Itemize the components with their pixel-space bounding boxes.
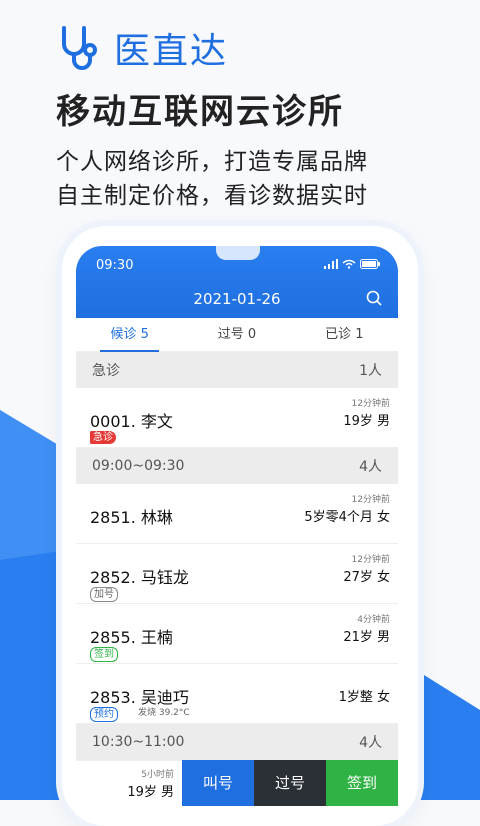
row-age: 27岁 女 xyxy=(343,570,390,585)
app-header: 09:30 2021-01-26 xyxy=(76,246,398,318)
row-time: 12分钟前 xyxy=(351,495,390,505)
status-badge: 签到 xyxy=(90,647,118,662)
patient-row[interactable]: 2855. 王楠 4分钟前 21岁 男 签到 xyxy=(76,604,398,664)
row-time: 4分钟前 xyxy=(357,615,390,625)
checkin-button[interactable]: 签到 xyxy=(326,760,398,806)
section-count: 1人 xyxy=(359,363,382,379)
row-age: 19岁 男 xyxy=(343,414,390,429)
brand: 医直达 xyxy=(54,22,228,74)
section-header: 09:00~09:30 4人 xyxy=(76,448,398,484)
row-age: 5岁零4个月 女 xyxy=(304,510,390,525)
bottom-patient-info: 5小时前 19岁 男 xyxy=(76,760,182,806)
patient-label: 2851. 林琳 xyxy=(90,508,173,527)
tab-waiting[interactable]: 候诊 5 xyxy=(76,318,183,352)
tab-done[interactable]: 已诊 1 xyxy=(291,318,398,351)
row-age: 21岁 男 xyxy=(343,630,390,645)
status-badge: 急诊 xyxy=(90,431,116,444)
section-count: 4人 xyxy=(359,735,382,751)
section-header: 急诊 1人 xyxy=(76,352,398,388)
skip-button[interactable]: 过号 xyxy=(254,760,326,806)
date-title[interactable]: 2021-01-26 xyxy=(76,290,398,308)
row-age: 1岁整 女 xyxy=(338,690,390,705)
status-badge: 预约 xyxy=(90,707,118,722)
bottom-action-bar: 5小时前 19岁 男 叫号 过号 签到 xyxy=(76,760,398,806)
bottom-age: 19岁 男 xyxy=(127,785,174,800)
tab-missed[interactable]: 过号 0 xyxy=(183,318,290,351)
phone-screen: 09:30 2021-01-26 候诊 5 过号 0 已诊 1 急诊 1人 00… xyxy=(76,246,398,806)
subtitle-1: 个人网络诊所，打造专属品牌 xyxy=(56,149,368,175)
section-name: 09:00~09:30 xyxy=(92,458,185,474)
status-badge: 加号 xyxy=(90,587,118,602)
patient-label: 0001. 李文 xyxy=(90,412,173,431)
section-name: 急诊 xyxy=(92,363,120,379)
section-count: 4人 xyxy=(359,459,382,475)
patient-label: 2855. 王楠 xyxy=(90,628,173,647)
notch xyxy=(216,246,260,260)
status-time: 09:30 xyxy=(96,258,134,273)
tab-bar: 候诊 5 过号 0 已诊 1 xyxy=(76,318,398,352)
row-time: 12分钟前 xyxy=(351,399,390,409)
wifi-icon xyxy=(342,259,356,269)
patient-row[interactable]: 0001. 李文 12分钟前 19岁 男 急诊 xyxy=(76,388,398,448)
patient-row[interactable]: 2852. 马钰龙 12分钟前 27岁 女 加号 xyxy=(76,544,398,604)
row-note: 发烧 39.2°C xyxy=(138,708,190,718)
row-time: 12分钟前 xyxy=(351,555,390,565)
brand-name: 医直达 xyxy=(114,31,229,72)
section-name: 10:30~11:00 xyxy=(92,734,185,750)
patient-row[interactable]: 2851. 林琳 12分钟前 5岁零4个月 女 xyxy=(76,484,398,544)
patient-row[interactable]: 2853. 吴迪巧 1岁整 女 预约 发烧 39.2°C xyxy=(76,664,398,724)
stethoscope-icon xyxy=(62,26,97,70)
subtitle-2: 自主制定价格，看诊数据实时 xyxy=(56,183,368,209)
signal-icon xyxy=(324,259,338,269)
bottom-time: 5小时前 xyxy=(141,770,174,780)
search-icon[interactable] xyxy=(366,290,382,306)
section-header: 10:30~11:00 4人 xyxy=(76,724,398,760)
headline: 移动互联网云诊所 xyxy=(56,92,344,132)
call-button[interactable]: 叫号 xyxy=(182,760,254,806)
status-icons xyxy=(324,259,380,269)
battery-icon xyxy=(360,259,380,269)
patient-label: 2852. 马钰龙 xyxy=(90,568,189,587)
